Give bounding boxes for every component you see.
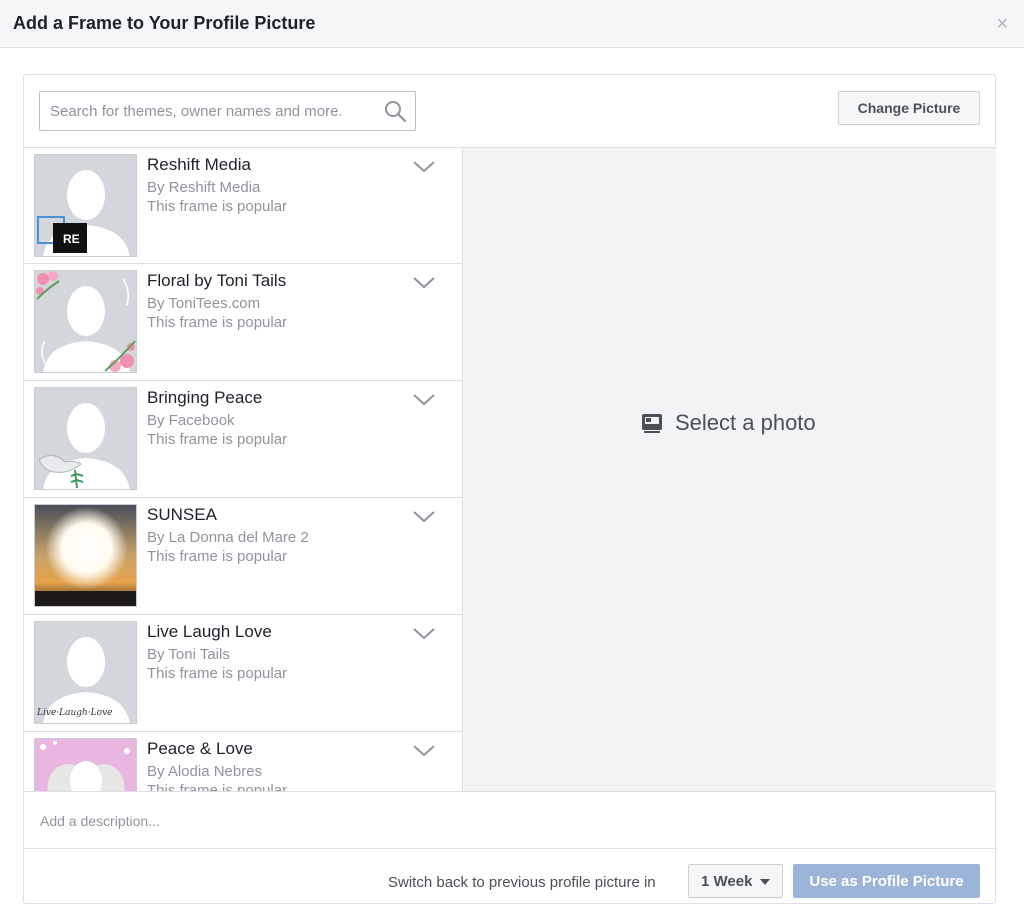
frame-popularity: This frame is popular bbox=[147, 431, 288, 448]
chevron-down-icon[interactable] bbox=[412, 627, 436, 641]
frame-thumbnail bbox=[34, 738, 137, 791]
description-input[interactable] bbox=[38, 808, 942, 834]
dialog-header: Add a Frame to Your Profile Picture × bbox=[0, 0, 1024, 48]
frame-picker-panel: Change Picture RE Reshift Media By Reshi… bbox=[23, 74, 996, 904]
frame-item[interactable]: Bringing Peace By Facebook This frame is… bbox=[24, 381, 462, 498]
duration-value: 1 Week bbox=[701, 872, 753, 890]
chevron-down-icon[interactable] bbox=[412, 744, 436, 758]
chevron-down-icon[interactable] bbox=[412, 510, 436, 524]
dove-icon bbox=[35, 388, 136, 489]
frame-popularity: This frame is popular bbox=[147, 782, 288, 791]
frame-popularity: This frame is popular bbox=[147, 198, 288, 215]
photo-preview[interactable]: Select a photo bbox=[463, 148, 996, 791]
frame-name: Bringing Peace bbox=[147, 388, 263, 407]
heart-frame-icon bbox=[35, 739, 136, 791]
select-photo-label: Select a photo bbox=[675, 410, 816, 435]
select-photo[interactable]: Select a photo bbox=[641, 410, 816, 436]
search-box bbox=[39, 91, 416, 131]
frame-name: Floral by Toni Tails bbox=[147, 271, 287, 290]
frame-item[interactable]: RE Reshift Media By Reshift Media This f… bbox=[24, 148, 462, 264]
frame-thumbnail bbox=[34, 387, 137, 490]
frame-item[interactable]: Peace & Love By Alodia Nebres This frame… bbox=[24, 732, 462, 791]
frame-owner: By La Donna del Mare 2 bbox=[147, 529, 309, 546]
live-laugh-love-script: Live·Laugh·Love bbox=[37, 708, 113, 718]
change-picture-button[interactable]: Change Picture bbox=[838, 91, 980, 125]
chevron-down-icon[interactable] bbox=[412, 276, 436, 290]
chevron-down-icon[interactable] bbox=[412, 160, 436, 174]
frame-thumbnail bbox=[34, 504, 137, 607]
search-input[interactable] bbox=[40, 92, 390, 130]
floral-frame-icon bbox=[35, 271, 136, 372]
chevron-down-icon[interactable] bbox=[412, 393, 436, 407]
frame-item[interactable]: Floral by Toni Tails By ToniTees.com Thi… bbox=[24, 264, 462, 381]
frame-name: Peace & Love bbox=[147, 739, 253, 758]
frame-name: Live Laugh Love bbox=[147, 622, 272, 641]
frame-name: SUNSEA bbox=[147, 505, 217, 524]
frame-owner: By Toni Tails bbox=[147, 646, 230, 663]
frame-owner: By Alodia Nebres bbox=[147, 763, 263, 780]
footer-divider bbox=[24, 848, 995, 849]
frame-popularity: This frame is popular bbox=[147, 548, 288, 565]
frame-popularity: This frame is popular bbox=[147, 665, 288, 682]
reshift-logo: RE bbox=[63, 232, 80, 246]
close-icon[interactable]: × bbox=[996, 14, 1008, 34]
caret-down-icon bbox=[760, 879, 770, 885]
frame-thumbnail: Live·Laugh·Love bbox=[34, 621, 137, 724]
search-icon[interactable] bbox=[383, 99, 407, 123]
frame-owner: By ToniTees.com bbox=[147, 295, 261, 312]
frame-popularity: This frame is popular bbox=[147, 314, 288, 331]
dialog-title: Add a Frame to Your Profile Picture bbox=[13, 13, 316, 33]
photo-icon bbox=[642, 414, 662, 433]
silhouette-icon bbox=[35, 155, 136, 256]
frame-owner: By Facebook bbox=[147, 412, 235, 429]
frame-thumbnail bbox=[34, 270, 137, 373]
switch-back-text: Switch back to previous profile picture … bbox=[388, 874, 656, 891]
frame-owner: By Reshift Media bbox=[147, 179, 261, 196]
frame-item[interactable]: Live·Laugh·Love Live Laugh Love By Toni … bbox=[24, 615, 462, 732]
sunset-frame-icon bbox=[35, 505, 136, 606]
frame-list[interactable]: RE Reshift Media By Reshift Media This f… bbox=[24, 148, 463, 791]
frame-name: Reshift Media bbox=[147, 155, 251, 174]
frame-thumbnail: RE bbox=[34, 154, 137, 257]
frame-item[interactable]: SUNSEA By La Donna del Mare 2 This frame… bbox=[24, 498, 462, 615]
description-area bbox=[24, 791, 995, 849]
